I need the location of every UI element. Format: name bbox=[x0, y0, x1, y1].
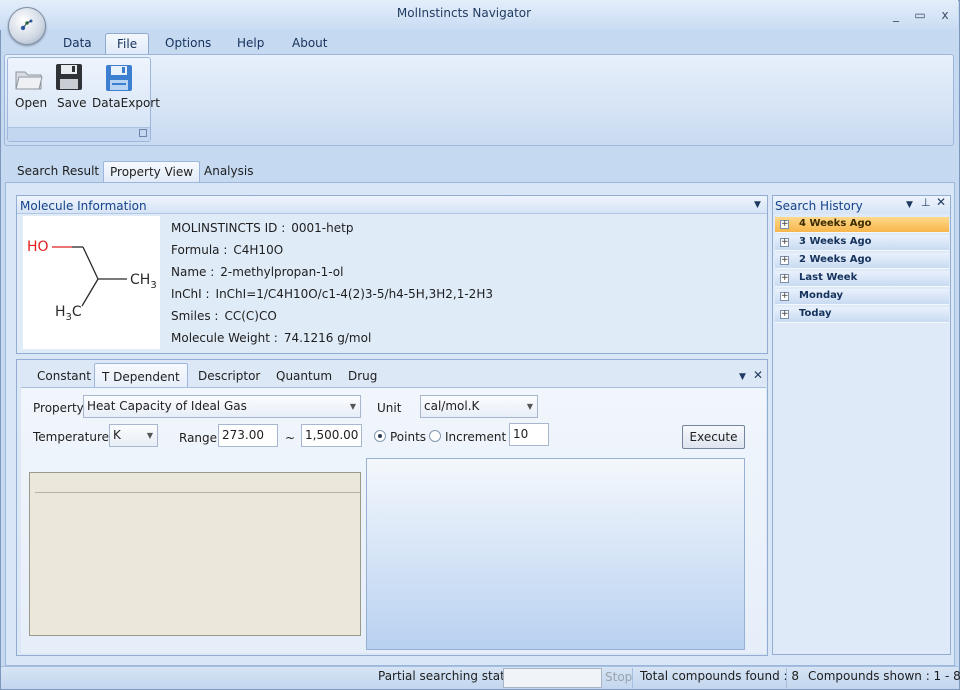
compounds-shown: Compounds shown : 1 - 8 bbox=[808, 669, 960, 683]
unit-label: Unit bbox=[377, 401, 402, 415]
app-menu-button[interactable] bbox=[8, 7, 46, 45]
tab-constant[interactable]: Constant bbox=[30, 363, 98, 387]
open-button-label: Open bbox=[15, 96, 48, 110]
unit-select[interactable]: cal/mol.K ▼ bbox=[420, 395, 538, 418]
expand-icon[interactable]: + bbox=[780, 238, 789, 247]
result-chart-area[interactable] bbox=[366, 458, 745, 650]
history-item-today[interactable]: + Today bbox=[775, 307, 949, 323]
molecule-panel-title: Molecule Information bbox=[20, 199, 147, 213]
history-item-3-weeks-ago[interactable]: +3 Weeks Ago bbox=[775, 235, 949, 251]
panel-collapse-chevron-icon[interactable]: ▼ bbox=[754, 200, 761, 210]
property-select[interactable]: Heat Capacity of Ideal Gas ▼ bbox=[83, 395, 361, 418]
history-item-2-weeks-ago[interactable]: +2 Weeks Ago bbox=[775, 253, 949, 269]
expand-icon[interactable]: + bbox=[780, 220, 789, 229]
chevron-down-icon: ▼ bbox=[146, 431, 153, 440]
close-button[interactable]: x bbox=[937, 8, 953, 22]
chevron-down-icon: ▼ bbox=[349, 402, 356, 411]
tab-drug[interactable]: Drug bbox=[341, 363, 384, 387]
expand-icon[interactable]: + bbox=[780, 310, 789, 319]
data-export-icon bbox=[106, 65, 132, 91]
data-export-button-label: DataExport bbox=[92, 96, 160, 110]
methyl-label-bottom: H3C bbox=[55, 304, 82, 323]
expand-icon[interactable]: + bbox=[780, 292, 789, 301]
tab-search-result[interactable]: Search Result bbox=[11, 161, 105, 182]
history-item-4-weeks-ago[interactable]: +4 Weeks Ago bbox=[775, 217, 949, 233]
search-history-title: Search History bbox=[775, 199, 863, 213]
minimize-button[interactable]: _ bbox=[888, 8, 904, 22]
ribbon-tab-data[interactable]: Data bbox=[52, 33, 103, 54]
info-formula: Formula : C4H10O bbox=[171, 243, 284, 257]
temperature-label: Temperature bbox=[33, 430, 110, 444]
tab-property-view[interactable]: Property View bbox=[103, 161, 201, 182]
total-compounds-found: Total compounds found : 8 bbox=[640, 669, 800, 683]
tab-analysis[interactable]: Analysis bbox=[198, 161, 259, 182]
table-header-divider bbox=[35, 492, 360, 493]
app-title: MolInstincts Navigator bbox=[396, 6, 532, 20]
range-to-input[interactable]: 1,500.00 bbox=[301, 424, 362, 447]
range-from-input[interactable]: 273.00 bbox=[218, 424, 278, 447]
chevron-down-icon: ▼ bbox=[526, 402, 533, 411]
info-inchi: InChI : InChI=1/C4H10O/c1-4(2)3-5/h4-5H,3… bbox=[171, 287, 493, 301]
status-divider bbox=[786, 668, 787, 688]
pin-icon[interactable]: ⊥ bbox=[921, 196, 931, 209]
stop-button[interactable]: Stop bbox=[605, 670, 632, 684]
expand-icon[interactable]: + bbox=[780, 256, 789, 265]
points-count-input[interactable]: 10 bbox=[509, 423, 549, 446]
tab-quantum[interactable]: Quantum bbox=[269, 363, 339, 387]
execute-button[interactable]: Execute bbox=[682, 425, 745, 449]
history-close-icon[interactable]: ✕ bbox=[936, 195, 946, 209]
molecule-logo-icon bbox=[20, 19, 33, 31]
info-name: Name :2-methylpropan-1-ol bbox=[171, 265, 344, 279]
info-molecule-weight: Molecule Weight :74.1216 g/mol bbox=[171, 331, 372, 345]
points-label: Points bbox=[390, 430, 427, 444]
save-button-label: Save bbox=[57, 96, 87, 110]
temperature-unit-select[interactable]: K ▼ bbox=[109, 424, 158, 447]
methyl-label-top: CH3 bbox=[130, 272, 157, 291]
dialog-launcher-icon[interactable] bbox=[139, 129, 147, 137]
ribbon-tab-help[interactable]: Help bbox=[226, 33, 275, 54]
ribbon-tab-options[interactable]: Options bbox=[154, 33, 222, 54]
search-progress-bar bbox=[503, 668, 602, 688]
tab-t-dependent[interactable]: T Dependent bbox=[94, 363, 188, 387]
hydroxyl-label: HO bbox=[27, 239, 49, 255]
ribbon-tab-about[interactable]: About bbox=[281, 33, 338, 54]
ribbon-group-footer bbox=[8, 127, 150, 141]
maximize-button[interactable]: ▭ bbox=[912, 8, 928, 22]
molecule-structure-image: HO CH3 H3C bbox=[23, 216, 160, 349]
result-table[interactable] bbox=[29, 472, 361, 636]
expand-icon[interactable]: + bbox=[780, 274, 789, 283]
property-panel-chevron-icon[interactable]: ▼ bbox=[739, 372, 746, 382]
open-folder-icon bbox=[15, 71, 43, 90]
status-divider bbox=[632, 668, 633, 688]
increment-radio[interactable] bbox=[429, 430, 441, 442]
range-separator: ~ bbox=[285, 431, 296, 445]
tab-descriptor[interactable]: Descriptor bbox=[191, 363, 267, 387]
history-item-last-week[interactable]: + Last Week bbox=[775, 271, 949, 287]
history-dropdown-chevron-icon[interactable]: ▼ bbox=[906, 200, 913, 210]
ribbon-tab-file[interactable]: File bbox=[105, 33, 150, 54]
property-label: Property bbox=[33, 401, 84, 415]
property-panel-close-icon[interactable]: ✕ bbox=[753, 368, 763, 382]
info-molinstincts-id: MOLINSTINCTS ID :0001-hetp bbox=[171, 221, 354, 235]
increment-label: Increment bbox=[445, 430, 507, 444]
floppy-disk-icon bbox=[56, 64, 82, 90]
history-item-monday[interactable]: + Monday bbox=[775, 289, 949, 305]
range-label: Range bbox=[179, 431, 218, 445]
info-smiles: Smiles : CC(C)CO bbox=[171, 309, 277, 323]
points-radio[interactable] bbox=[374, 430, 386, 442]
